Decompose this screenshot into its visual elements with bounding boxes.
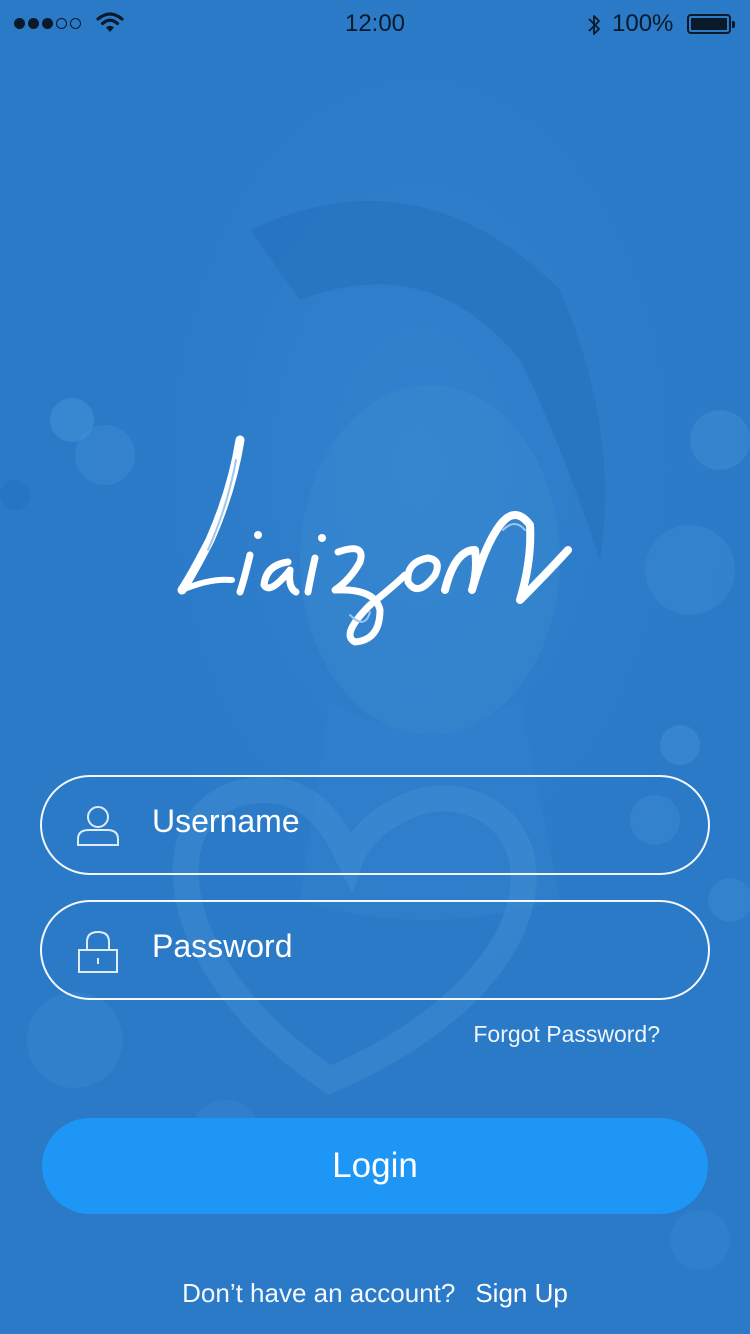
username-field[interactable]: Username — [40, 775, 710, 875]
forgot-password-link[interactable]: Forgot Password? — [473, 1021, 660, 1048]
lock-icon — [78, 930, 118, 973]
login-screen: 12:00 100% Username Password Forgot Pass… — [0, 0, 750, 1334]
password-placeholder: Password — [152, 928, 293, 964]
user-icon — [77, 806, 119, 846]
battery-icon — [687, 14, 735, 34]
signup-row: Don’t have an account? Sign Up — [0, 1278, 750, 1309]
battery-percent: 100% — [612, 10, 674, 37]
status-bar: 12:00 100% — [0, 0, 750, 48]
password-field[interactable]: Password — [40, 900, 710, 1000]
liaison-logo — [177, 435, 572, 646]
signup-prompt: Don’t have an account? — [182, 1278, 456, 1308]
bluetooth-icon — [588, 15, 600, 35]
username-placeholder: Username — [152, 803, 300, 839]
sign-up-link[interactable]: Sign Up — [475, 1278, 568, 1308]
login-button[interactable]: Login — [42, 1118, 708, 1214]
